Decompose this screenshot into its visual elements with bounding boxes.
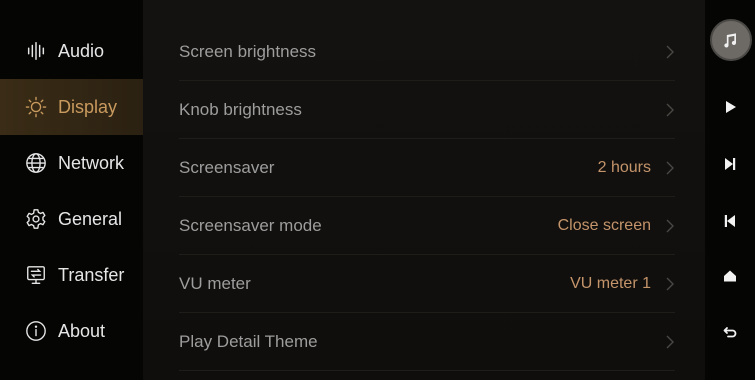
play-icon bbox=[722, 99, 738, 115]
play-button[interactable] bbox=[719, 96, 741, 118]
setting-label: Knob brightness bbox=[179, 99, 302, 119]
sidebar-item-transfer[interactable]: Transfer bbox=[0, 247, 143, 303]
music-note-icon bbox=[721, 30, 741, 50]
sidebar-item-label: Display bbox=[58, 96, 118, 117]
setting-row-play-detail-theme[interactable]: Play Detail Theme bbox=[179, 313, 675, 371]
sun-icon bbox=[24, 95, 48, 119]
settings-list: Screen brightness Knob brightness Screen… bbox=[143, 0, 705, 380]
setting-label: Screensaver mode bbox=[179, 215, 322, 235]
home-icon bbox=[722, 268, 738, 284]
transfer-icon bbox=[24, 263, 48, 287]
setting-label: VU meter bbox=[179, 273, 251, 293]
sidebar-item-label: General bbox=[58, 208, 123, 229]
info-icon bbox=[24, 319, 48, 343]
back-button[interactable] bbox=[719, 321, 741, 343]
gear-icon bbox=[24, 207, 48, 231]
sidebar: Audio Display Network General Transfer A… bbox=[0, 0, 143, 380]
chevron-right-icon bbox=[665, 102, 675, 118]
setting-value: Close screen bbox=[557, 216, 651, 234]
back-icon bbox=[722, 324, 738, 340]
next-track-button[interactable] bbox=[719, 153, 741, 175]
setting-row-screensaver[interactable]: Screensaver 2 hours bbox=[179, 139, 675, 197]
settings-screen: Audio Display Network General Transfer A… bbox=[0, 0, 755, 380]
setting-value: VU meter 1 bbox=[570, 274, 651, 292]
sidebar-item-general[interactable]: General bbox=[0, 191, 143, 247]
chevron-right-icon bbox=[665, 218, 675, 234]
sidebar-item-label: Audio bbox=[58, 40, 105, 61]
chevron-right-icon bbox=[665, 44, 675, 60]
chevron-right-icon bbox=[665, 276, 675, 292]
transport-bar bbox=[705, 0, 755, 380]
previous-track-icon bbox=[722, 213, 738, 229]
sidebar-item-about[interactable]: About bbox=[0, 303, 143, 359]
sidebar-item-display[interactable]: Display bbox=[0, 79, 143, 135]
setting-label: Play Detail Theme bbox=[179, 331, 318, 351]
previous-track-button[interactable] bbox=[719, 210, 741, 232]
setting-label: Screensaver bbox=[179, 157, 275, 177]
chevron-right-icon bbox=[665, 160, 675, 176]
home-button[interactable] bbox=[719, 265, 741, 287]
next-track-icon bbox=[722, 156, 738, 172]
sidebar-item-audio[interactable]: Audio bbox=[0, 23, 143, 79]
setting-row-knob-brightness[interactable]: Knob brightness bbox=[179, 81, 675, 139]
audio-wave-icon bbox=[24, 39, 48, 63]
setting-row-vu-meter[interactable]: VU meter VU meter 1 bbox=[179, 255, 675, 313]
setting-row-screen-brightness[interactable]: Screen brightness bbox=[179, 23, 675, 81]
chevron-right-icon bbox=[665, 334, 675, 350]
sidebar-item-label: Transfer bbox=[58, 264, 125, 285]
globe-icon bbox=[24, 151, 48, 175]
sidebar-item-label: Network bbox=[58, 152, 125, 173]
setting-value: 2 hours bbox=[597, 158, 651, 176]
sidebar-item-label: About bbox=[58, 320, 106, 341]
setting-label: Screen brightness bbox=[179, 41, 317, 61]
setting-row-screensaver-mode[interactable]: Screensaver mode Close screen bbox=[179, 197, 675, 255]
sidebar-item-network[interactable]: Network bbox=[0, 135, 143, 191]
album-art-button[interactable] bbox=[710, 19, 752, 61]
